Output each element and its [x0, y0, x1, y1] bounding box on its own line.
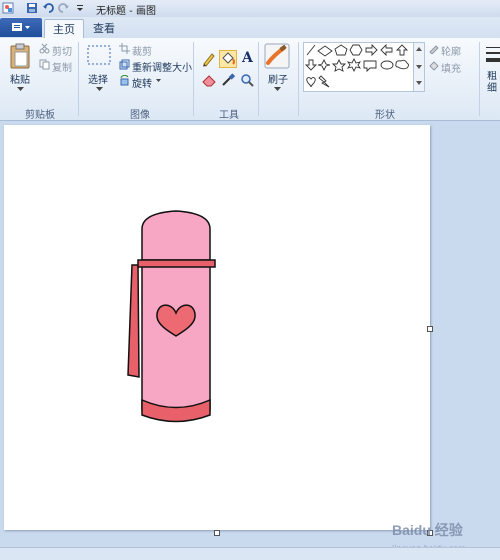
- up-arrow-shape-icon: [395, 44, 409, 56]
- file-menu-icon: [12, 23, 30, 31]
- six-point-star-shape-icon: [346, 57, 362, 73]
- pencil-tool[interactable]: [200, 50, 218, 68]
- cut-icon: [39, 43, 50, 54]
- thermos-body: [141, 264, 211, 419]
- shapes-scrollbar[interactable]: [413, 42, 425, 92]
- copy-button[interactable]: 复制: [52, 59, 72, 74]
- outline-icon: [429, 45, 439, 54]
- eraser-tool[interactable]: [200, 71, 218, 89]
- pencil-icon: [203, 53, 215, 67]
- app-icon: [2, 2, 14, 14]
- fill-icon: [222, 52, 235, 65]
- undo-icon[interactable]: [42, 2, 54, 14]
- ribbon: 粘贴 剪切 复制 剪贴板 选择 裁剪 重新调整大小 旋转 图像 A 工具 刷子: [0, 38, 500, 121]
- magnifier-tool[interactable]: [238, 71, 256, 89]
- cut-button[interactable]: 剪切: [52, 43, 72, 58]
- select-label[interactable]: 选择: [88, 71, 108, 86]
- separator: [298, 42, 299, 116]
- image-group-label: 图像: [130, 110, 150, 121]
- separator: [193, 42, 194, 116]
- tools-group-label: 工具: [219, 110, 239, 121]
- rounded-callout-shape-icon: [363, 60, 377, 73]
- watermark-brand: Baidu 经验: [392, 522, 463, 538]
- size-label[interactable]: 粗细: [487, 71, 500, 95]
- shapes-grid: [304, 43, 409, 88]
- eraser-icon: [202, 75, 216, 87]
- color-picker-tool[interactable]: [219, 71, 237, 89]
- customize-dropdown-icon[interactable]: [74, 2, 86, 14]
- five-point-star-shape-icon: [331, 58, 347, 72]
- thermos-cap: [141, 210, 211, 261]
- heart-shape-icon: [306, 77, 316, 88]
- separator: [258, 42, 259, 116]
- brushes-label[interactable]: 刷子: [268, 71, 288, 86]
- brushes-icon[interactable]: [264, 43, 290, 69]
- rotate-button[interactable]: 旋转: [132, 75, 152, 90]
- magnifier-icon: [241, 74, 254, 87]
- save-icon[interactable]: [26, 2, 38, 14]
- thermos-collar: [137, 259, 216, 268]
- drawing-canvas[interactable]: [4, 125, 430, 530]
- tab-view[interactable]: 查看: [84, 19, 124, 38]
- cloud-callout-shape-icon: [395, 59, 409, 70]
- text-tool[interactable]: A: [238, 50, 256, 68]
- rotate-icon: [120, 75, 129, 86]
- select-icon[interactable]: [87, 45, 111, 65]
- crop-button[interactable]: 裁剪: [132, 43, 152, 58]
- size-icon[interactable]: [485, 44, 500, 64]
- right-arrow-shape-icon: [365, 43, 378, 57]
- outline-button[interactable]: 轮廓: [441, 43, 461, 58]
- redo-icon[interactable]: [58, 2, 70, 14]
- shapes-gallery[interactable]: [303, 42, 415, 92]
- hexagon-shape-icon: [349, 44, 363, 56]
- crop-icon: [119, 43, 130, 54]
- canvas-resize-handle-right[interactable]: [427, 326, 433, 332]
- separator: [78, 42, 79, 116]
- select-dropdown-icon[interactable]: [96, 87, 103, 92]
- lightning-shape-icon: [318, 75, 330, 88]
- thermos-strap: [127, 264, 140, 378]
- paste-icon[interactable]: [9, 43, 31, 69]
- expand-gallery-icon: [416, 81, 422, 85]
- scroll-down-icon: [416, 65, 422, 69]
- tab-home[interactable]: 主页: [44, 19, 84, 39]
- resize-button[interactable]: 重新调整大小: [132, 59, 192, 74]
- canvas-resize-handle-bottom[interactable]: [214, 530, 220, 536]
- copy-icon: [39, 59, 50, 70]
- fill-tool[interactable]: [219, 50, 237, 68]
- shape-fill-icon: [429, 61, 439, 71]
- text-icon: A: [242, 50, 253, 66]
- status-bar: [0, 547, 500, 560]
- brushes-dropdown-icon[interactable]: [274, 87, 281, 92]
- file-menu-button[interactable]: [0, 18, 42, 37]
- shapes-group-label: 形状: [375, 110, 395, 121]
- pentagon-shape-icon: [334, 44, 348, 56]
- color-picker-icon: [222, 73, 236, 86]
- ribbon-tab-row: 主页 查看: [0, 17, 500, 39]
- window-title: 无标题 - 画图: [96, 6, 156, 17]
- clipboard-group-label: 剪贴板: [25, 110, 55, 121]
- resize-icon: [119, 59, 130, 70]
- four-point-star-shape-icon: [317, 58, 331, 72]
- separator: [479, 42, 480, 116]
- down-arrow-shape-icon: [304, 59, 318, 71]
- line-shape-icon: [306, 44, 316, 56]
- shape-fill-button[interactable]: 填充: [441, 60, 461, 75]
- title-bar: 无标题 - 画图: [0, 0, 500, 18]
- thermos-drawing: [127, 210, 216, 423]
- paste-label[interactable]: 粘贴: [10, 71, 30, 86]
- oval-callout-shape-icon: [380, 60, 394, 70]
- diamond-shape-icon: [317, 45, 333, 57]
- rotate-dropdown-icon[interactable]: [156, 79, 161, 83]
- scroll-up-icon: [416, 47, 422, 51]
- paste-dropdown-icon[interactable]: [17, 87, 24, 92]
- left-arrow-shape-icon: [380, 43, 393, 57]
